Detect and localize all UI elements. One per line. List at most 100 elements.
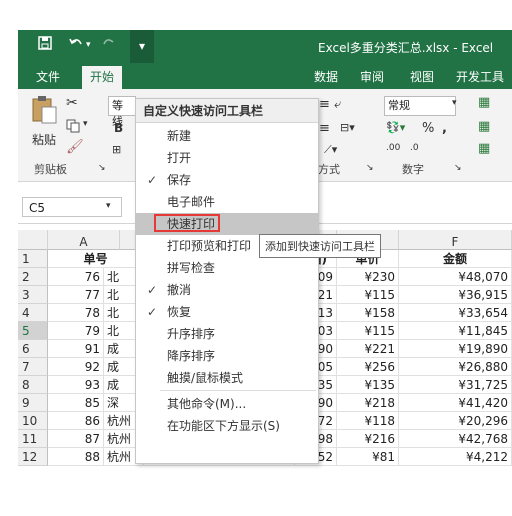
table-cell[interactable]: 92 (48, 358, 104, 376)
name-box-dropdown-icon[interactable]: ▾ (106, 201, 111, 211)
menu-item[interactable]: 拼写检查 (136, 257, 318, 279)
row-header[interactable]: 11 (18, 430, 48, 448)
copy-icon[interactable] (66, 119, 80, 136)
row-header[interactable]: 1 (18, 250, 48, 268)
table-cell[interactable]: 88 (48, 448, 104, 466)
table-cell[interactable]: 76 (48, 268, 104, 286)
table-cell[interactable]: ¥4,212 (399, 448, 512, 466)
number-format-dropdown-icon[interactable]: ▾ (452, 98, 457, 108)
menu-item[interactable]: 新建 (136, 125, 318, 147)
tab-review[interactable]: 审阅 (360, 68, 384, 85)
table-cell[interactable]: 86 (48, 412, 104, 430)
table-cell[interactable]: ¥20,296 (399, 412, 512, 430)
table-cell[interactable]: ¥31,725 (399, 376, 512, 394)
qat-customize-button[interactable]: ▾ (130, 30, 154, 63)
select-all-corner[interactable] (18, 230, 48, 250)
tab-file[interactable]: 文件 (36, 68, 60, 85)
table-cell[interactable]: 85 (48, 394, 104, 412)
copy-dropdown-icon[interactable]: ▾ (83, 119, 88, 129)
row-header[interactable]: 8 (18, 376, 48, 394)
menu-item[interactable]: 升序排序 (136, 323, 318, 345)
table-cell[interactable]: ¥36,915 (399, 286, 512, 304)
table-header-cell[interactable]: 单号 (48, 250, 144, 268)
table-cell[interactable]: 91 (48, 340, 104, 358)
font-name-box[interactable]: 等线 (108, 96, 136, 128)
table-cell[interactable]: ¥33,654 (399, 304, 512, 322)
percent-button[interactable]: % (422, 121, 434, 136)
orientation-icon[interactable]: ⟋▾ (324, 143, 337, 157)
table-cell[interactable]: ¥230 (337, 268, 399, 286)
menu-item[interactable]: 在功能区下方显示(S) (136, 415, 318, 437)
row-header[interactable]: 3 (18, 286, 48, 304)
column-header-f[interactable]: F (399, 230, 512, 250)
conditional-format-icon[interactable]: ▦ (478, 95, 490, 110)
menu-item[interactable]: 降序排序 (136, 345, 318, 367)
cut-icon[interactable]: ✂ (66, 95, 78, 111)
row-header[interactable]: 10 (18, 412, 48, 430)
table-cell[interactable]: ¥115 (337, 322, 399, 340)
column-header-a[interactable]: A (48, 230, 120, 250)
undo-icon[interactable] (68, 36, 84, 54)
redo-icon[interactable] (102, 36, 116, 54)
tab-developer[interactable]: 开发工具 (456, 68, 504, 85)
tab-home[interactable]: 开始 (82, 66, 123, 91)
currency-icon[interactable]: 💱▾ (386, 121, 405, 134)
table-cell[interactable]: ¥48,070 (399, 268, 512, 286)
menu-item[interactable]: 快速打印 (136, 213, 318, 235)
row-header[interactable]: 9 (18, 394, 48, 412)
table-cell[interactable]: ¥256 (337, 358, 399, 376)
table-cell[interactable]: ¥221 (337, 340, 399, 358)
row-header[interactable]: 2 (18, 268, 48, 286)
menu-item[interactable]: 触摸/鼠标模式 (136, 367, 318, 389)
bold-button[interactable]: B (114, 121, 123, 135)
table-cell[interactable]: ¥158 (337, 304, 399, 322)
table-cell[interactable]: ¥26,880 (399, 358, 512, 376)
table-cell[interactable]: 78 (48, 304, 104, 322)
number-launcher-icon[interactable]: ↘ (454, 163, 462, 173)
table-cell[interactable]: ¥216 (337, 430, 399, 448)
increase-decimal-button[interactable]: .00 (386, 143, 400, 153)
menu-item[interactable]: 其他命令(M)... (136, 393, 318, 415)
number-format-select[interactable]: 常规 (384, 96, 456, 116)
wrap-text-icon[interactable]: ⤶ (334, 97, 341, 112)
table-cell[interactable]: ¥135 (337, 376, 399, 394)
clipboard-launcher-icon[interactable]: ↘ (98, 163, 106, 173)
cell-styles-icon[interactable]: ▦ (478, 141, 490, 156)
menu-item[interactable]: ✓ 保存 (136, 169, 318, 191)
format-as-table-icon[interactable]: ▦ (478, 119, 490, 134)
table-cell[interactable]: ¥118 (337, 412, 399, 430)
comma-button[interactable]: , (442, 121, 447, 136)
paste-icon[interactable] (30, 95, 58, 128)
table-cell[interactable]: ¥41,420 (399, 394, 512, 412)
table-header-cell[interactable]: 金额 (399, 250, 512, 268)
row-header[interactable]: 12 (18, 448, 48, 466)
decrease-decimal-button[interactable]: .0 (410, 143, 419, 153)
row-header[interactable]: 6 (18, 340, 48, 358)
save-icon[interactable] (38, 36, 52, 54)
tab-view[interactable]: 视图 (410, 68, 434, 85)
undo-dropdown-icon[interactable]: ▾ (86, 40, 91, 50)
borders-icon[interactable]: ⊞ (112, 143, 121, 156)
table-cell[interactable]: ¥81 (337, 448, 399, 466)
menu-item[interactable]: 电子邮件 (136, 191, 318, 213)
table-cell[interactable]: 87 (48, 430, 104, 448)
menu-item[interactable]: 打开 (136, 147, 318, 169)
table-cell[interactable]: ¥19,890 (399, 340, 512, 358)
table-cell[interactable]: ¥42,768 (399, 430, 512, 448)
table-cell[interactable]: 77 (48, 286, 104, 304)
table-cell[interactable]: ¥115 (337, 286, 399, 304)
table-cell[interactable]: 79 (48, 322, 104, 340)
row-header[interactable]: 4 (18, 304, 48, 322)
row-header[interactable]: 5 (18, 322, 48, 340)
table-cell[interactable]: ¥11,845 (399, 322, 512, 340)
format-painter-icon[interactable]: 🖌 (66, 139, 84, 155)
paste-button-label[interactable]: 粘贴 (32, 131, 56, 148)
row-header[interactable]: 7 (18, 358, 48, 376)
tab-data[interactable]: 数据 (314, 68, 338, 85)
alignment-launcher-icon[interactable]: ↘ (366, 163, 374, 173)
table-cell[interactable]: 93 (48, 376, 104, 394)
menu-item[interactable]: ✓ 恢复 (136, 301, 318, 323)
menu-item[interactable]: ✓ 撤消 (136, 279, 318, 301)
merge-icon[interactable]: ⊟▾ (340, 121, 355, 134)
table-cell[interactable]: ¥218 (337, 394, 399, 412)
